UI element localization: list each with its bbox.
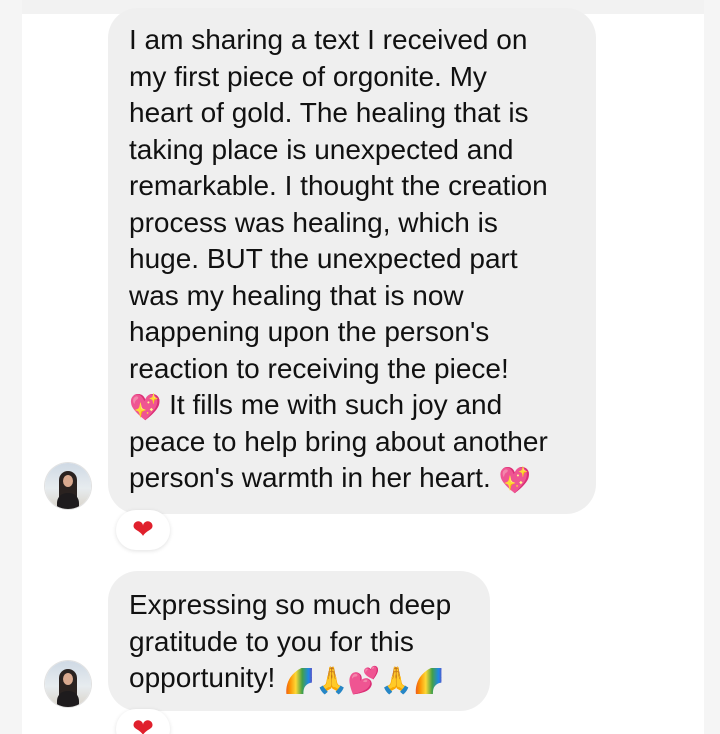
avatar[interactable]: [45, 463, 91, 509]
message-text: I am sharing a text I received on my fir…: [129, 24, 548, 384]
rainbow-icon: 🌈: [283, 666, 316, 696]
message-thread: I am sharing a text I received on my fir…: [0, 0, 720, 734]
red-heart-icon: ❤: [132, 515, 154, 545]
sparkling-heart-icon: 💖: [498, 466, 531, 496]
avatar[interactable]: [45, 661, 91, 707]
folded-hands-icon: 🙏: [315, 666, 348, 696]
left-margin: [0, 0, 22, 734]
red-heart-icon: ❤: [132, 714, 154, 734]
folded-hands-icon: 🙏: [380, 666, 413, 696]
rainbow-icon: 🌈: [412, 666, 445, 696]
message-bubble[interactable]: Expressing so much deep gratitude to you…: [108, 571, 490, 711]
reaction-badge[interactable]: ❤: [116, 510, 170, 550]
sparkling-heart-icon: 💖: [129, 393, 162, 423]
right-margin: [704, 0, 720, 734]
reaction-badge[interactable]: ❤: [116, 709, 170, 734]
message-text-continued: It fills me with such joy and peace to h…: [129, 389, 548, 493]
two-hearts-icon: 💕: [347, 666, 381, 696]
message-bubble[interactable]: I am sharing a text I received on my fir…: [108, 8, 596, 514]
